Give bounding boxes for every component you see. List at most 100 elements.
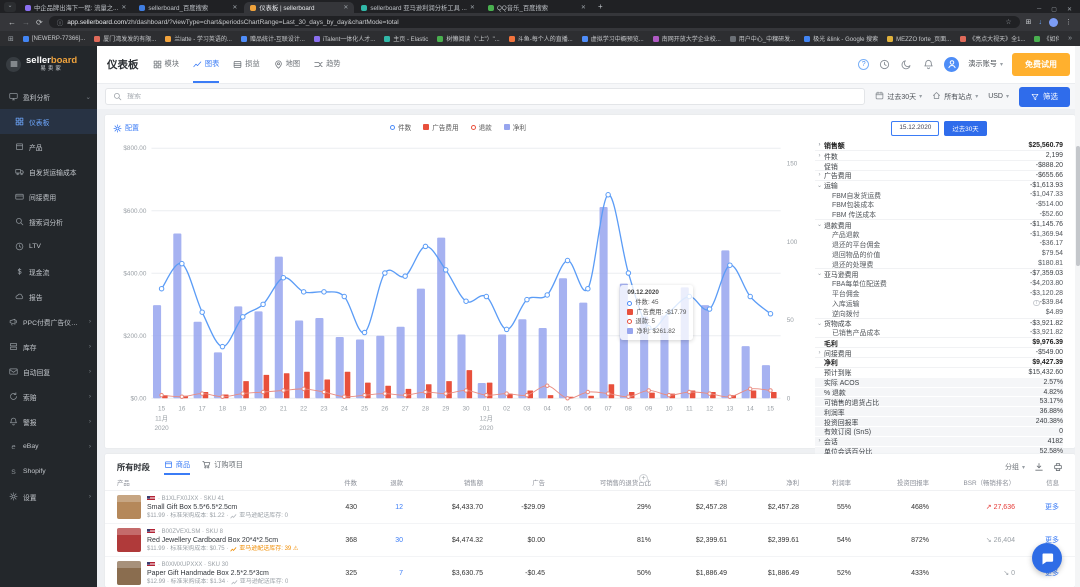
metric-row[interactable]: 有效订阅 (SnS) 0 bbox=[815, 425, 1063, 436]
dark-mode-moon-icon[interactable] bbox=[900, 58, 913, 71]
group-by-select[interactable]: 分组 ▾ bbox=[1005, 462, 1025, 472]
sidebar-item-shopify[interactable]: S Shopify bbox=[0, 459, 97, 484]
account-avatar[interactable] bbox=[944, 56, 960, 72]
sidebar-item-settings[interactable]: 设置 › bbox=[0, 484, 97, 509]
metric-row[interactable]: ⌄ 退款费用 -$1,145.76 bbox=[815, 219, 1063, 230]
sidebar-item-ltv[interactable]: LTV bbox=[0, 234, 97, 259]
metric-row[interactable]: % 退款 4.82% bbox=[815, 386, 1063, 397]
bookmark-star-icon[interactable]: ☆ bbox=[1005, 18, 1011, 26]
sidebar-item-products[interactable]: 产品 bbox=[0, 134, 97, 159]
chart-config-button[interactable]: 配置 bbox=[113, 123, 139, 133]
column-header[interactable]: 净利 bbox=[733, 478, 805, 487]
column-header[interactable]: 件数 bbox=[319, 478, 363, 487]
selected-date-button[interactable]: 15.12.2020 bbox=[891, 121, 940, 137]
view-tab-模块[interactable]: 模块 bbox=[153, 46, 179, 83]
refunds-cell[interactable]: 12 bbox=[363, 504, 409, 511]
metric-row[interactable]: 可销售的退货占比 53.17% bbox=[815, 396, 1063, 407]
metric-row[interactable]: 促销 -$888.20 bbox=[815, 160, 1063, 171]
period-select[interactable]: 过去30天 ▾ bbox=[875, 91, 922, 102]
sidebar-item-alerts[interactable]: 警报 › bbox=[0, 409, 97, 434]
product-title[interactable]: Paper Gift Handmade Box 2.5*2.5*3cm bbox=[147, 569, 288, 578]
column-header[interactable]: 利润率 bbox=[805, 478, 857, 487]
view-tab-图表[interactable]: 图表 bbox=[192, 46, 220, 83]
site-info-icon[interactable]: ⓘ bbox=[57, 17, 64, 27]
tab-close-icon[interactable]: ✕ bbox=[581, 4, 586, 11]
metric-row[interactable]: 毛利 $9,976.39 bbox=[815, 337, 1063, 348]
reload-button[interactable]: ⟳ bbox=[36, 18, 43, 27]
metric-row[interactable]: FBA每单位配送费 -$4,203.80 bbox=[815, 278, 1063, 289]
bookmark-item[interactable]: [NEWERP-77366]... bbox=[22, 34, 85, 43]
sidebar-item-profit-analysis[interactable]: 盈利分析 ⌄ bbox=[0, 84, 97, 109]
more-link[interactable]: 更多 bbox=[1021, 502, 1065, 512]
table-row[interactable]: · B1XLFX0JXX · SKU 41 Small Gift Box 5.5*… bbox=[105, 491, 1075, 525]
forward-button[interactable]: → bbox=[22, 18, 30, 27]
marketplace-select[interactable]: 所有站点 ▾ bbox=[932, 91, 978, 102]
metric-row[interactable]: 预计到账 $15,432.60 bbox=[815, 366, 1063, 377]
new-tab-button[interactable]: + bbox=[598, 2, 603, 11]
product-thumbnail[interactable] bbox=[117, 495, 141, 520]
bookmark-item[interactable]: 虚拟学习中橱预览... bbox=[581, 34, 644, 43]
profit-chart[interactable]: $800.00$600.00$400.00$200.00$0.001501005… bbox=[113, 136, 811, 441]
metric-row[interactable]: 退还的处理费 $180.81 bbox=[815, 259, 1063, 269]
window-scrollbar[interactable] bbox=[1075, 46, 1080, 587]
sidebar-item-autoresponder[interactable]: 自动回复 › bbox=[0, 359, 97, 384]
bookmark-item[interactable]: 斗鱼-每个人的直播... bbox=[508, 34, 573, 43]
metric-row[interactable]: › 销售额 $25,560.79 bbox=[815, 140, 1064, 151]
metric-row[interactable]: 退还的平台佣金 -$36.17 bbox=[815, 239, 1063, 249]
legend-item-件数[interactable]: 件数 bbox=[390, 122, 411, 132]
downloads-icon[interactable]: ↓ bbox=[1039, 19, 1043, 26]
metric-row[interactable]: 逆向拨付 $4.89 bbox=[815, 308, 1063, 318]
product-title[interactable]: Small Gift Box 5.5*6.5*2.5cm bbox=[147, 503, 288, 512]
bookmark-item[interactable]: MEZZO forte_页面... bbox=[887, 34, 951, 43]
column-header[interactable]: 毛利 bbox=[657, 478, 733, 487]
product-title[interactable]: Red Jewellery Cardboard Box 20*4*2.5cm bbox=[147, 536, 298, 545]
bookmark-item[interactable]: 南网开放大学企业校... bbox=[652, 34, 721, 43]
bookmark-item[interactable]: 树懒阅读（"上"）"... bbox=[437, 34, 500, 43]
download-icon[interactable] bbox=[1034, 462, 1044, 472]
browser-profile-avatar[interactable] bbox=[1049, 17, 1058, 27]
table-tab-订购项目[interactable]: 订购项目 bbox=[202, 460, 243, 475]
sidebar-item-dashboard[interactable]: 仪表板 bbox=[0, 109, 97, 135]
browser-tab[interactable]: 仪表板 | sellerboard ✕ bbox=[244, 2, 355, 13]
metric-row[interactable]: 实际 ACOS 2.57% bbox=[815, 376, 1063, 387]
bookmark-item[interactable]: 厦门湾发发的有限... bbox=[94, 34, 156, 43]
window-minimize-button[interactable]: ─ bbox=[1037, 6, 1041, 13]
chat-support-button[interactable] bbox=[1032, 543, 1062, 573]
tab-close-icon[interactable]: ✕ bbox=[343, 4, 348, 11]
currency-select[interactable]: USD ▾ bbox=[988, 93, 1009, 100]
product-thumbnail[interactable] bbox=[117, 561, 141, 586]
sidebar-item-claims[interactable]: 索赔 › bbox=[0, 384, 97, 409]
metric-row[interactable]: 投资回报率 240.38% bbox=[815, 416, 1063, 427]
metric-row[interactable]: 退回物品的价值 $79.54 bbox=[815, 249, 1063, 259]
sidebar-item-indirect-costs[interactable]: 间接费用 bbox=[0, 184, 97, 209]
tab-close-icon[interactable]: ✕ bbox=[470, 4, 475, 11]
metric-row[interactable]: 已销售产品成本 -$3,921.82 bbox=[815, 328, 1063, 338]
column-header[interactable]: 销售额 bbox=[409, 478, 489, 487]
sidebar-toggle-button[interactable] bbox=[6, 56, 21, 72]
bookmark-item[interactable]: 赠品统计-互联设计... bbox=[240, 34, 305, 43]
tab-close-icon[interactable]: ✕ bbox=[121, 4, 126, 11]
tab-close-icon[interactable]: ✕ bbox=[232, 4, 237, 11]
column-header[interactable]: BSR（畅销排名） bbox=[935, 478, 1021, 487]
tab-search-icon[interactable]: ⌄ bbox=[4, 2, 16, 12]
column-header[interactable]: 投资回报率 bbox=[857, 478, 935, 487]
metric-row[interactable]: FBM包装成本 -$514.00 bbox=[815, 200, 1063, 210]
metric-row[interactable]: › 件数 2,199 bbox=[815, 150, 1063, 161]
bookmark-item[interactable]: iTalent一体化人才... bbox=[313, 34, 375, 43]
bookmarks-overflow-icon[interactable]: » bbox=[1068, 35, 1072, 42]
metric-row[interactable]: › 广告费用 -$655.66 bbox=[815, 170, 1063, 180]
product-thumbnail[interactable] bbox=[117, 528, 141, 553]
scrollbar-thumb[interactable] bbox=[1075, 146, 1080, 266]
metric-row[interactable]: 入库运输 i -$39.84 bbox=[815, 298, 1063, 308]
history-clock-icon[interactable] bbox=[878, 58, 891, 71]
app-logo[interactable]: sellerboard 易卖家 bbox=[26, 55, 77, 72]
sidebar-item-search-term-analysis[interactable]: 搜索词分析 bbox=[0, 209, 97, 234]
metric-row[interactable]: › 会话 4182 bbox=[815, 435, 1063, 446]
bookmark-item[interactable]: 《如何静静写过绘... bbox=[1034, 34, 1059, 43]
column-header[interactable]: 信息 bbox=[1021, 478, 1065, 487]
bookmark-item[interactable]: 兰latte - 学习英语的... bbox=[165, 34, 232, 43]
metric-row[interactable]: FBM自发货运费 -$1,047.33 bbox=[815, 190, 1063, 200]
bookmark-item[interactable]: 用户中心_中稞研发... bbox=[729, 34, 795, 43]
metric-row[interactable]: ⌄ 运输 -$1,613.93 bbox=[815, 179, 1063, 190]
sidebar-item-inventory[interactable]: 库存 › bbox=[0, 334, 97, 359]
